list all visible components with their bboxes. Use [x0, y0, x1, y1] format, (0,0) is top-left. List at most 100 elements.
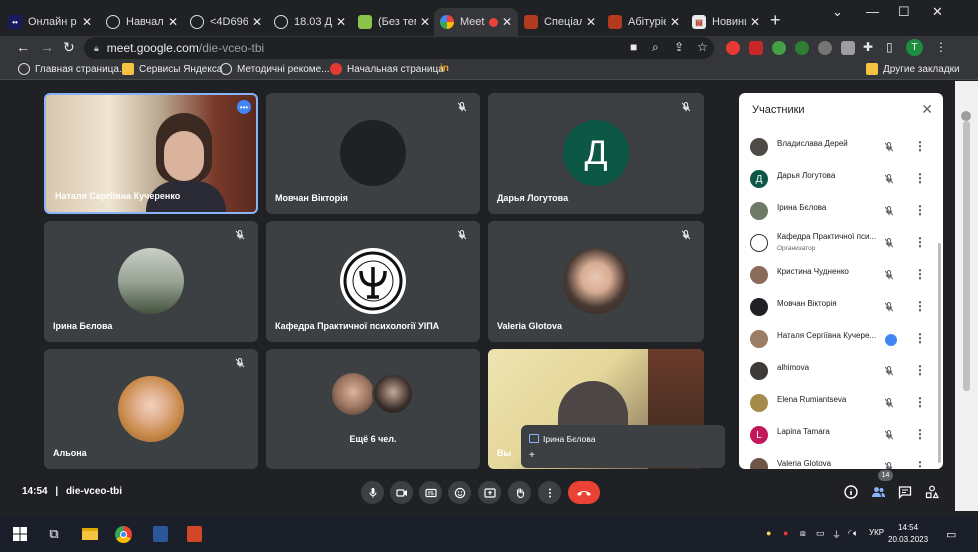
- mic-off-icon[interactable]: [883, 269, 895, 281]
- extension-adblock-icon[interactable]: [726, 41, 740, 55]
- participant-more-icon[interactable]: ⋮: [914, 427, 926, 441]
- participant-more-icon[interactable]: ⋮: [914, 235, 926, 249]
- tab-4d6963[interactable]: <4D6963 ✕: [184, 8, 268, 36]
- reactions-button[interactable]: [448, 481, 471, 504]
- participant-row[interactable]: Наталя Сергіївна Кучере... ⋮: [739, 323, 943, 355]
- bookmark-item[interactable]: Сервисы Яндекса: [122, 63, 222, 75]
- powerpoint-icon[interactable]: [184, 524, 204, 544]
- tab-novyny[interactable]: ▤ Новини У ✕: [686, 8, 766, 36]
- participant-more-icon[interactable]: ⋮: [914, 299, 926, 313]
- close-tab-icon[interactable]: ✕: [420, 15, 430, 29]
- tab-meet[interactable]: Meet ✕: [434, 8, 518, 36]
- close-tab-icon[interactable]: ✕: [670, 15, 680, 29]
- extension-green-icon[interactable]: [772, 41, 786, 55]
- language-indicator[interactable]: УКР: [869, 528, 884, 537]
- bookmark-item[interactable]: in: [440, 63, 449, 74]
- camera-in-use-icon[interactable]: ■: [630, 40, 637, 54]
- new-tab-button[interactable]: +: [770, 10, 781, 31]
- minimize-icon[interactable]: —: [866, 4, 879, 19]
- zoom-icon[interactable]: ⌕: [652, 40, 659, 55]
- close-window-icon[interactable]: ✕: [932, 4, 943, 20]
- participant-more-icon[interactable]: ⋮: [914, 139, 926, 153]
- participant-more-icon[interactable]: ⋮: [914, 331, 926, 345]
- video-tile[interactable]: Кафедра Практичної психології УІПА: [266, 221, 480, 342]
- file-explorer-icon[interactable]: [80, 524, 100, 544]
- word-icon[interactable]: [150, 524, 170, 544]
- mic-off-icon[interactable]: [883, 301, 895, 313]
- video-tile[interactable]: Д Дарья Логутова: [488, 93, 704, 214]
- bookmark-item[interactable]: Методичні рекоме...: [220, 63, 330, 75]
- reload-icon[interactable]: ↻: [63, 39, 75, 56]
- tab-online[interactable]: •• Онлайн р ✕: [2, 8, 98, 36]
- tray-volume-icon[interactable]: 🔈︎: [853, 528, 858, 539]
- extension-grey-icon[interactable]: [818, 41, 832, 55]
- forward-arrow-icon[interactable]: →: [40, 39, 54, 55]
- close-tab-icon[interactable]: ✕: [336, 15, 346, 29]
- chat-button[interactable]: [896, 483, 914, 501]
- participant-row[interactable]: Д Дарья Логутова ⋮: [739, 163, 943, 195]
- mic-off-icon[interactable]: [883, 365, 895, 377]
- participant-row[interactable]: L Lapina Tamara ⋮: [739, 419, 943, 451]
- participant-row[interactable]: Elena Rumiantseva ⋮: [739, 387, 943, 419]
- extensions-puzzle-icon[interactable]: ✚: [863, 40, 873, 54]
- close-tab-icon[interactable]: ✕: [750, 15, 760, 29]
- close-tab-icon[interactable]: ✕: [586, 15, 596, 29]
- meeting-info-button[interactable]: [842, 483, 860, 501]
- extension-video-icon[interactable]: [749, 41, 763, 55]
- bookmark-star-icon[interactable]: ☆: [697, 40, 708, 54]
- page-scroll-thumb[interactable]: [963, 121, 970, 391]
- people-button[interactable]: [869, 483, 887, 501]
- tray-network-icon[interactable]: ◜: [848, 528, 852, 539]
- participant-more-icon[interactable]: ⋮: [914, 459, 926, 469]
- mic-off-icon[interactable]: [883, 237, 895, 249]
- expand-icon[interactable]: +: [529, 450, 535, 461]
- notifications-icon[interactable]: ▭: [946, 528, 956, 541]
- bookmark-item[interactable]: Главная страница...: [18, 63, 127, 75]
- activities-button[interactable]: [923, 483, 941, 501]
- back-arrow-icon[interactable]: ←: [16, 39, 30, 55]
- close-tab-icon[interactable]: ✕: [168, 15, 178, 29]
- page-scrollbar[interactable]: [955, 81, 978, 511]
- chat-notification[interactable]: Ірина Бєлова +: [521, 425, 725, 468]
- participant-row[interactable]: alhimova ⋮: [739, 355, 943, 387]
- participant-more-icon[interactable]: ⋮: [914, 267, 926, 281]
- mic-off-icon[interactable]: [883, 205, 895, 217]
- taskbar-clock[interactable]: 14:54 20.03.2023: [888, 522, 928, 546]
- participant-row[interactable]: Кафедра Практичної пси... Организатор ⋮: [739, 227, 943, 259]
- mic-off-icon[interactable]: [883, 461, 895, 469]
- video-tile[interactable]: Valeria Glotova: [488, 221, 704, 342]
- profile-avatar[interactable]: T: [906, 39, 923, 56]
- task-view-icon[interactable]: ⧉: [44, 524, 64, 544]
- leave-call-button[interactable]: [568, 481, 600, 504]
- participant-more-icon[interactable]: ⋮: [914, 203, 926, 217]
- video-tile[interactable]: Мовчан Вікторія: [266, 93, 480, 214]
- close-tab-icon[interactable]: ✕: [82, 15, 92, 29]
- tab-abituriient[interactable]: Абітурієн ✕: [602, 8, 686, 36]
- more-participants-tile[interactable]: Ещё 6 чел.: [266, 349, 480, 469]
- other-bookmarks[interactable]: Другие закладки: [866, 63, 960, 75]
- present-screen-button[interactable]: [478, 481, 501, 504]
- tray-battery-icon[interactable]: ▭: [816, 528, 825, 539]
- tab-1803[interactable]: 18.03 Ди ✕: [268, 8, 352, 36]
- extension-shield-icon[interactable]: [841, 41, 855, 55]
- more-options-button[interactable]: [538, 481, 561, 504]
- tray-dropbox-icon[interactable]: ⧈: [800, 528, 806, 539]
- participant-more-icon[interactable]: ⋮: [914, 171, 926, 185]
- side-panel-icon[interactable]: ▯: [886, 40, 893, 54]
- tray-usb-icon[interactable]: ⏚: [832, 528, 841, 541]
- windows-start-icon[interactable]: [10, 524, 30, 544]
- participant-row[interactable]: Владислава Дерей ⋮: [739, 131, 943, 163]
- share-icon[interactable]: ⇪: [674, 40, 684, 54]
- chrome-taskbar-icon[interactable]: [113, 524, 133, 544]
- participant-more-icon[interactable]: ⋮: [914, 395, 926, 409]
- microphone-button[interactable]: [361, 481, 384, 504]
- participant-more-icon[interactable]: ⋮: [914, 363, 926, 377]
- mic-off-icon[interactable]: [883, 397, 895, 409]
- bookmark-item[interactable]: Начальная страница: [330, 63, 444, 75]
- panel-scrollbar[interactable]: [938, 243, 941, 463]
- camera-button[interactable]: [390, 481, 413, 504]
- close-tab-icon[interactable]: ✕: [502, 15, 512, 29]
- close-panel-icon[interactable]: ✕: [921, 101, 933, 118]
- video-tile[interactable]: Ірина Бєлова: [44, 221, 258, 342]
- video-tile[interactable]: Альона: [44, 349, 258, 469]
